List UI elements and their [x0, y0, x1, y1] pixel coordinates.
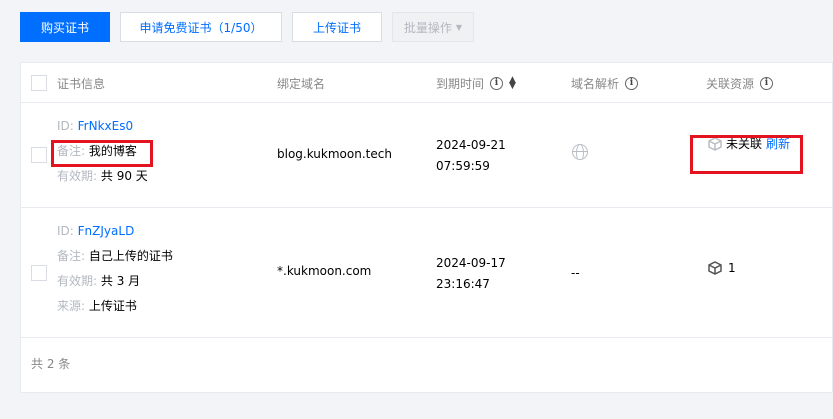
table-footer: 共 2 条 — [21, 338, 832, 388]
expiry-date: 2024-09-21 — [436, 138, 506, 152]
table-row: ID: FrNkxEs0 备注: 我的博客 有效期: 共 90 天 blog.k… — [21, 103, 832, 208]
cert-validity: 有效期: 共 90 天 — [57, 164, 148, 189]
header-resources: 关联资源 i — [706, 63, 774, 103]
domain-cell: *.kukmoon.com — [277, 264, 372, 278]
header-expiry-label: 到期时间 — [436, 76, 485, 91]
toolbar: 购买证书 申请免费证书（1/50） 上传证书 批量操作 ▼ — [20, 12, 474, 44]
resource-count[interactable]: 1 — [728, 261, 736, 275]
buy-certificate-button[interactable]: 购买证书 — [20, 12, 110, 42]
expiry-time: 07:59:59 — [436, 159, 490, 173]
expiry-cell: 2024-09-17 23:16:47 — [436, 253, 506, 295]
sort-icon[interactable]: ▲ ▼ — [509, 75, 516, 91]
batch-operation-button[interactable]: 批量操作 ▼ — [392, 12, 474, 42]
apply-free-certificate-button[interactable]: 申请免费证书（1/50） — [120, 12, 282, 42]
cert-info-cell: ID: FnZJyaLD 备注: 自己上传的证书 有效期: 共 3 月 来源: … — [57, 219, 173, 319]
domain-cell: blog.kukmoon.tech — [277, 147, 392, 161]
certificate-table: 证书信息 绑定域名 到期时间 i ▲ ▼ 域名解析 i 关联资源 i ID: Fr… — [20, 62, 833, 393]
highlight-box — [51, 140, 153, 167]
header-cert-info-label: 证书信息 — [57, 76, 106, 91]
table-header: 证书信息 绑定域名 到期时间 i ▲ ▼ 域名解析 i 关联资源 i — [21, 63, 832, 103]
expiry-cell: 2024-09-21 07:59:59 — [436, 135, 506, 177]
info-icon[interactable]: i — [490, 76, 504, 90]
cert-validity-value: 共 90 天 — [100, 169, 148, 183]
row-checkbox[interactable] — [31, 265, 47, 281]
cert-remark: 备注: 自己上传的证书 — [57, 244, 173, 269]
cert-id-link[interactable]: FnZJyaLD — [78, 224, 135, 238]
info-icon[interactable]: i — [760, 76, 774, 90]
header-expiry[interactable]: 到期时间 i ▲ ▼ — [436, 63, 516, 103]
cert-remark-key: 备注: — [57, 249, 86, 263]
cert-source-key: 来源: — [57, 299, 86, 313]
header-resources-label: 关联资源 — [706, 76, 755, 91]
dns-cell: -- — [571, 266, 580, 280]
header-domain-label: 绑定域名 — [277, 76, 326, 91]
cert-id: ID: FnZJyaLD — [57, 219, 173, 244]
header-dns-label: 域名解析 — [571, 76, 620, 91]
cert-remark-value: 自己上传的证书 — [88, 249, 173, 263]
info-icon[interactable]: i — [625, 76, 639, 90]
cert-validity-value: 共 3 月 — [100, 274, 141, 288]
cert-id-key: ID: — [57, 224, 74, 238]
select-all-checkbox[interactable] — [31, 75, 47, 91]
row-checkbox[interactable] — [31, 147, 47, 163]
total-count: 共 2 条 — [31, 356, 71, 371]
upload-certificate-button[interactable]: 上传证书 — [292, 12, 382, 42]
highlight-box — [690, 135, 803, 174]
expiry-time: 23:16:47 — [436, 277, 490, 291]
cert-id-key: ID: — [57, 119, 74, 133]
batch-operation-label: 批量操作 — [403, 20, 452, 35]
cert-source: 来源: 上传证书 — [57, 294, 173, 319]
caret-down-icon: ▼ — [455, 22, 463, 32]
header-dns: 域名解析 i — [571, 63, 639, 103]
cert-validity-key: 有效期: — [57, 169, 98, 183]
cert-validity-key: 有效期: — [57, 274, 98, 288]
cert-id: ID: FrNkxEs0 — [57, 114, 148, 139]
table-row: ID: FnZJyaLD 备注: 自己上传的证书 有效期: 共 3 月 来源: … — [21, 208, 832, 338]
cube-icon — [708, 261, 722, 275]
header-domain: 绑定域名 — [277, 63, 325, 103]
cert-validity: 有效期: 共 3 月 — [57, 269, 173, 294]
cert-source-value: 上传证书 — [88, 299, 137, 313]
expiry-date: 2024-09-17 — [436, 256, 506, 270]
globe-icon[interactable] — [572, 144, 588, 160]
resource-cell: 1 — [708, 261, 736, 275]
cert-id-link[interactable]: FrNkxEs0 — [78, 119, 133, 133]
header-cert-info: 证书信息 — [57, 63, 105, 103]
